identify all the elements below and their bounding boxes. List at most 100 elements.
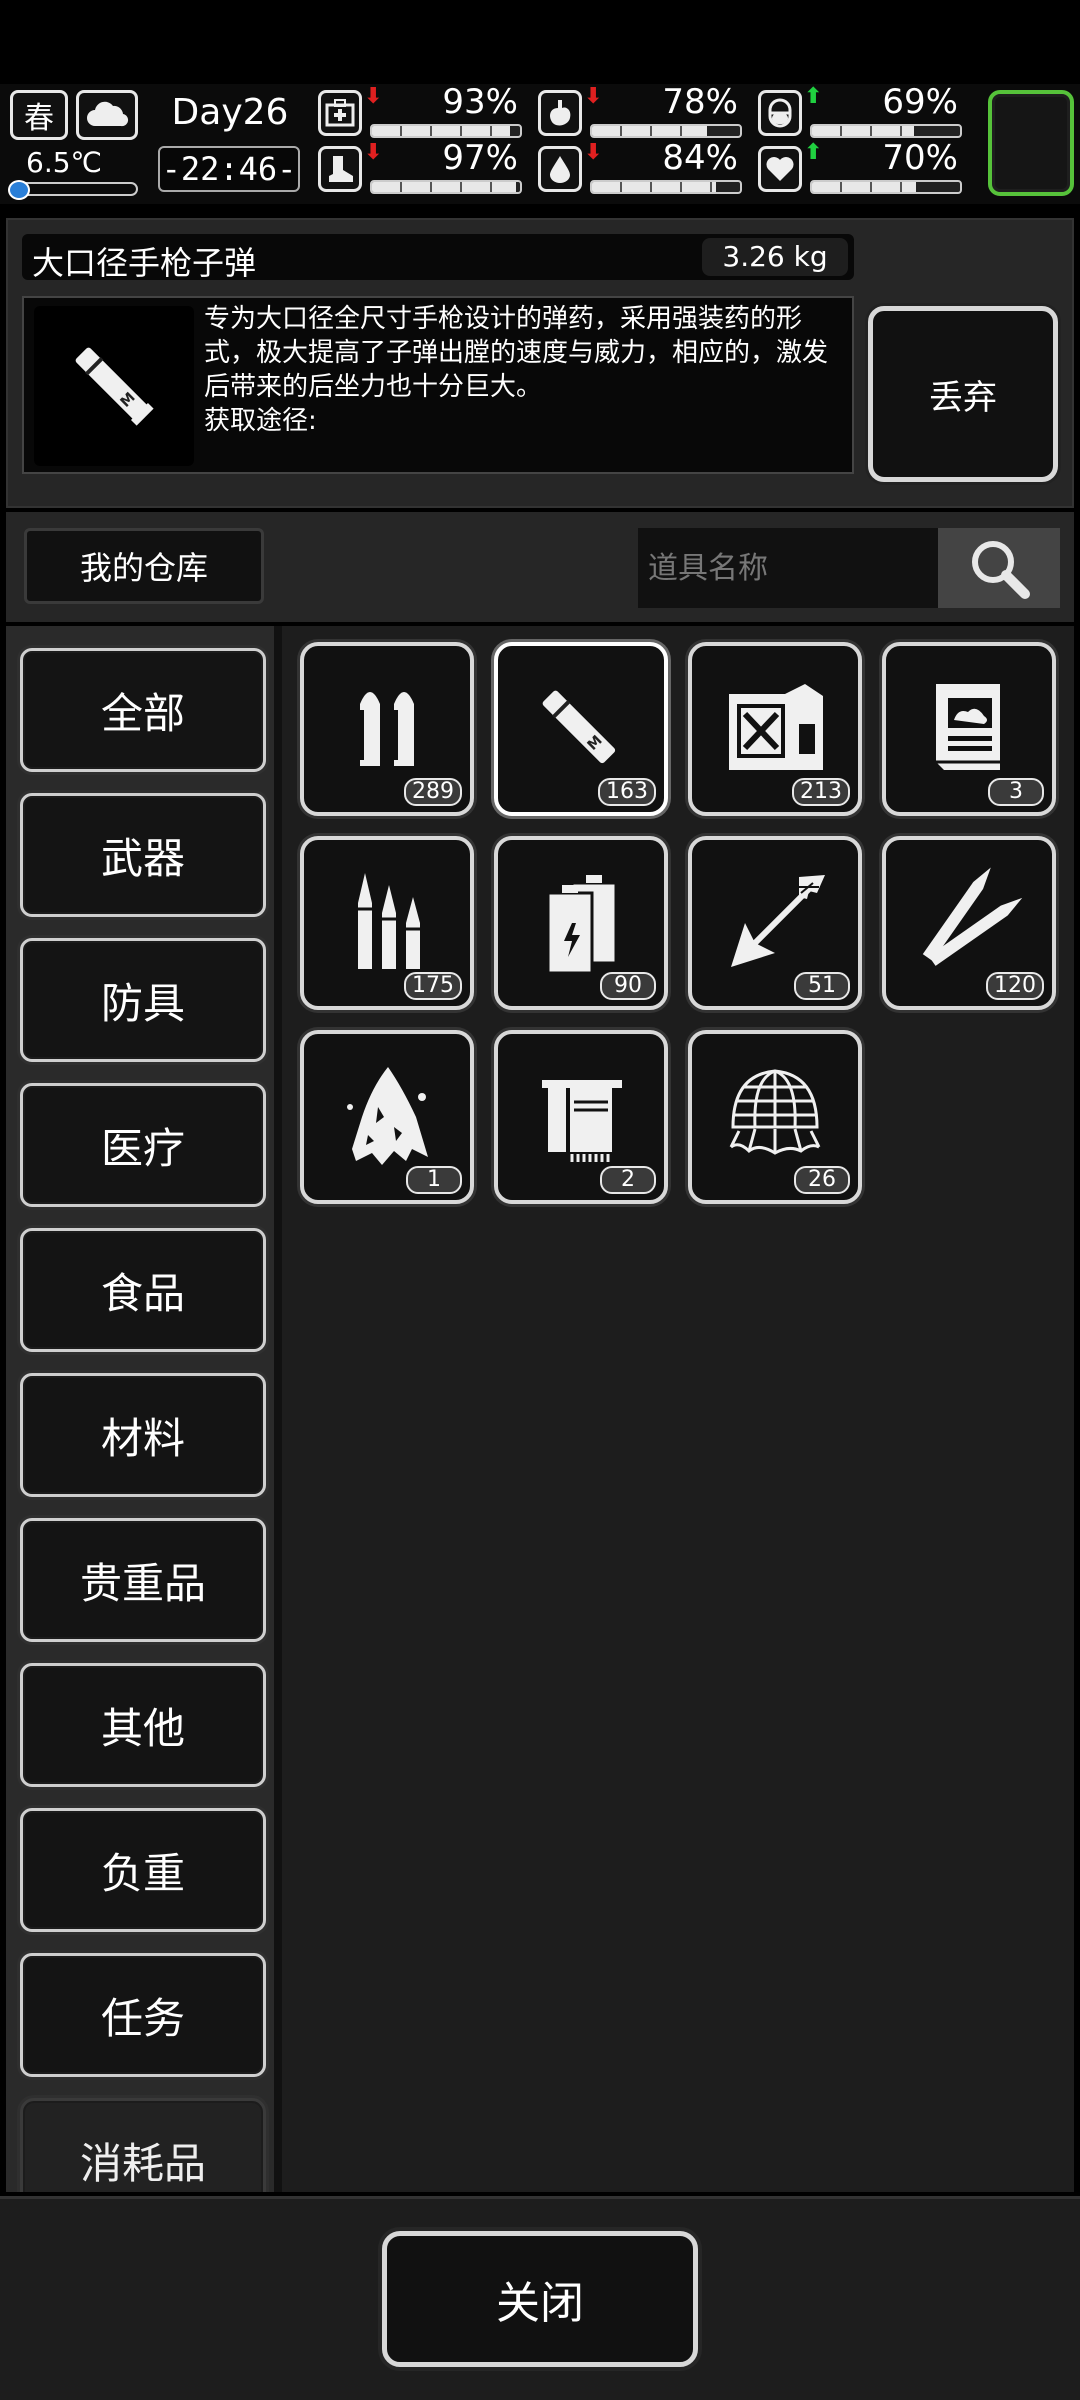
close-button[interactable]: 关闭 <box>382 2231 698 2367</box>
category-armor[interactable]: 防具 <box>20 938 266 1062</box>
warehouse-label: 我的仓库 <box>24 528 264 604</box>
category-food[interactable]: 食品 <box>20 1228 266 1352</box>
season-badge: 春 <box>10 90 68 140</box>
item-count: 51 <box>794 972 850 1000</box>
game-clock: -22:46- <box>158 146 300 192</box>
stat-value: 97% <box>442 138 518 178</box>
stat-value: 69% <box>882 82 958 122</box>
medkit-icon <box>318 90 362 136</box>
item-slot-selected[interactable]: M 163 <box>494 642 668 816</box>
stat-fill <box>812 126 915 136</box>
arrow-icon <box>731 875 825 967</box>
item-slot[interactable]: 289 <box>300 642 474 816</box>
status-hud: 春 6.5℃ Day26 -22:46- ⬇ 93% ⬇ 78% ⬆ 69% ⬇ <box>0 82 1080 204</box>
category-consumables[interactable]: 消耗品 <box>20 2098 266 2192</box>
stat-medicine: ⬆ 69% <box>758 82 968 138</box>
trend-up-icon: ⬆ <box>804 84 823 109</box>
category-weapons[interactable]: 武器 <box>20 793 266 917</box>
item-slot[interactable]: 90 <box>494 836 668 1010</box>
category-quest[interactable]: 任务 <box>20 1953 266 2077</box>
item-description: 专为大口径全尺寸手枪设计的弹药，采用强装药的形式，极大提高了子弹出膛的速度与威力… <box>204 302 844 438</box>
stat-health: ⬇ 93% <box>318 82 528 138</box>
stat-stamina: ⬇ 97% <box>318 138 528 194</box>
quick-slot-button[interactable] <box>988 90 1074 196</box>
stat-bar <box>370 180 522 194</box>
item-slot[interactable]: 3 <box>882 642 1056 816</box>
item-slot[interactable]: 2 <box>494 1030 668 1204</box>
stat-hunger: ⬇ 78% <box>538 82 748 138</box>
trend-up-icon: ⬆ <box>804 140 823 165</box>
stat-thirst: ⬇ 84% <box>538 138 748 194</box>
torn-cloth-icon <box>347 1067 428 1165</box>
item-count: 213 <box>792 778 850 806</box>
stat-fill <box>592 182 717 192</box>
stat-bar <box>810 124 962 138</box>
stomach-icon <box>538 90 582 136</box>
item-count: 90 <box>600 972 656 1000</box>
item-slot[interactable]: 120 <box>882 836 1056 1010</box>
item-slot[interactable]: 26 <box>688 1030 862 1204</box>
pistol-bullets-icon <box>360 692 414 766</box>
stat-bar <box>590 180 742 194</box>
day-counter: Day26 <box>171 92 289 133</box>
item-count: 26 <box>794 1166 850 1194</box>
item-slot[interactable]: 175 <box>300 836 474 1010</box>
stat-value: 78% <box>662 82 738 122</box>
category-all[interactable]: 全部 <box>20 648 266 772</box>
pill-icon <box>758 90 802 136</box>
drop-button[interactable]: 丢弃 <box>868 306 1058 482</box>
category-load[interactable]: 负重 <box>20 1808 266 1932</box>
boot-icon <box>318 146 362 192</box>
item-count: 289 <box>404 778 462 806</box>
stat-fill <box>372 182 516 192</box>
stat-value: 70% <box>882 138 958 178</box>
stat-bar <box>370 124 522 138</box>
warehouse-bar: 我的仓库 <box>6 512 1074 622</box>
large-caliber-bullet-icon: M <box>34 306 194 466</box>
item-count: 2 <box>600 1166 656 1194</box>
large-caliber-bullet-icon: M <box>542 690 616 764</box>
item-weight: 3.26 kg <box>702 238 848 276</box>
description-text: 专为大口径全尺寸手枪设计的弹药，采用强装药的形式，极大提高了子弹出膛的速度与威力… <box>204 304 829 402</box>
inventory-area: 全部 武器 防具 医疗 食品 材料 贵重品 其他 负重 任务 消耗品 289 M… <box>6 626 1074 2192</box>
temperature-readout: 6.5℃ <box>26 146 102 179</box>
water-drop-icon <box>538 146 582 192</box>
book-icon <box>936 684 1000 770</box>
cloud-icon <box>76 90 138 140</box>
battery-icon <box>546 875 618 975</box>
item-count: 163 <box>598 778 656 806</box>
item-slot[interactable]: 213 <box>688 642 862 816</box>
category-materials[interactable]: 材料 <box>20 1373 266 1497</box>
trend-down-icon: ⬇ <box>584 140 603 165</box>
rifle-bullets-icon <box>358 873 420 969</box>
item-name: 大口径手枪子弹 <box>32 244 257 282</box>
towel-icon <box>542 1080 622 1162</box>
category-valuables[interactable]: 贵重品 <box>20 1518 266 1642</box>
item-slot[interactable]: 51 <box>688 836 862 1010</box>
category-sidebar[interactable]: 全部 武器 防具 医疗 食品 材料 贵重品 其他 负重 任务 消耗品 <box>6 626 282 2192</box>
search-button[interactable] <box>938 528 1060 608</box>
source-label: 获取途径: <box>204 406 317 436</box>
item-count: 3 <box>988 778 1044 806</box>
stat-fill <box>372 126 510 136</box>
item-detail-panel: 大口径手枪子弹 3.26 kg M 专为大口径全尺寸手枪设计的弹药，采用强装药的… <box>6 218 1074 508</box>
stat-fill <box>812 182 916 192</box>
net-icon <box>729 1069 821 1155</box>
category-other[interactable]: 其他 <box>20 1663 266 1787</box>
temperature-knob <box>8 180 30 200</box>
search-icon <box>972 541 1030 599</box>
trend-down-icon: ⬇ <box>364 84 383 109</box>
search-input[interactable] <box>638 528 938 608</box>
trend-down-icon: ⬇ <box>364 140 383 165</box>
trend-down-icon: ⬇ <box>584 84 603 109</box>
stat-mood: ⬆ 70% <box>758 138 968 194</box>
item-slot[interactable]: 1 <box>300 1030 474 1204</box>
category-medical[interactable]: 医疗 <box>20 1083 266 1207</box>
item-count: 1 <box>406 1166 462 1194</box>
item-name-bar: 大口径手枪子弹 3.26 kg <box>22 234 854 282</box>
item-description-box: M 专为大口径全尺寸手枪设计的弹药，采用强装药的形式，极大提高了子弹出膛的速度与… <box>22 296 854 474</box>
sniper-bullets-icon <box>922 867 1023 966</box>
stat-value: 93% <box>442 82 518 122</box>
item-count: 120 <box>986 972 1044 1000</box>
stat-bar <box>590 124 742 138</box>
